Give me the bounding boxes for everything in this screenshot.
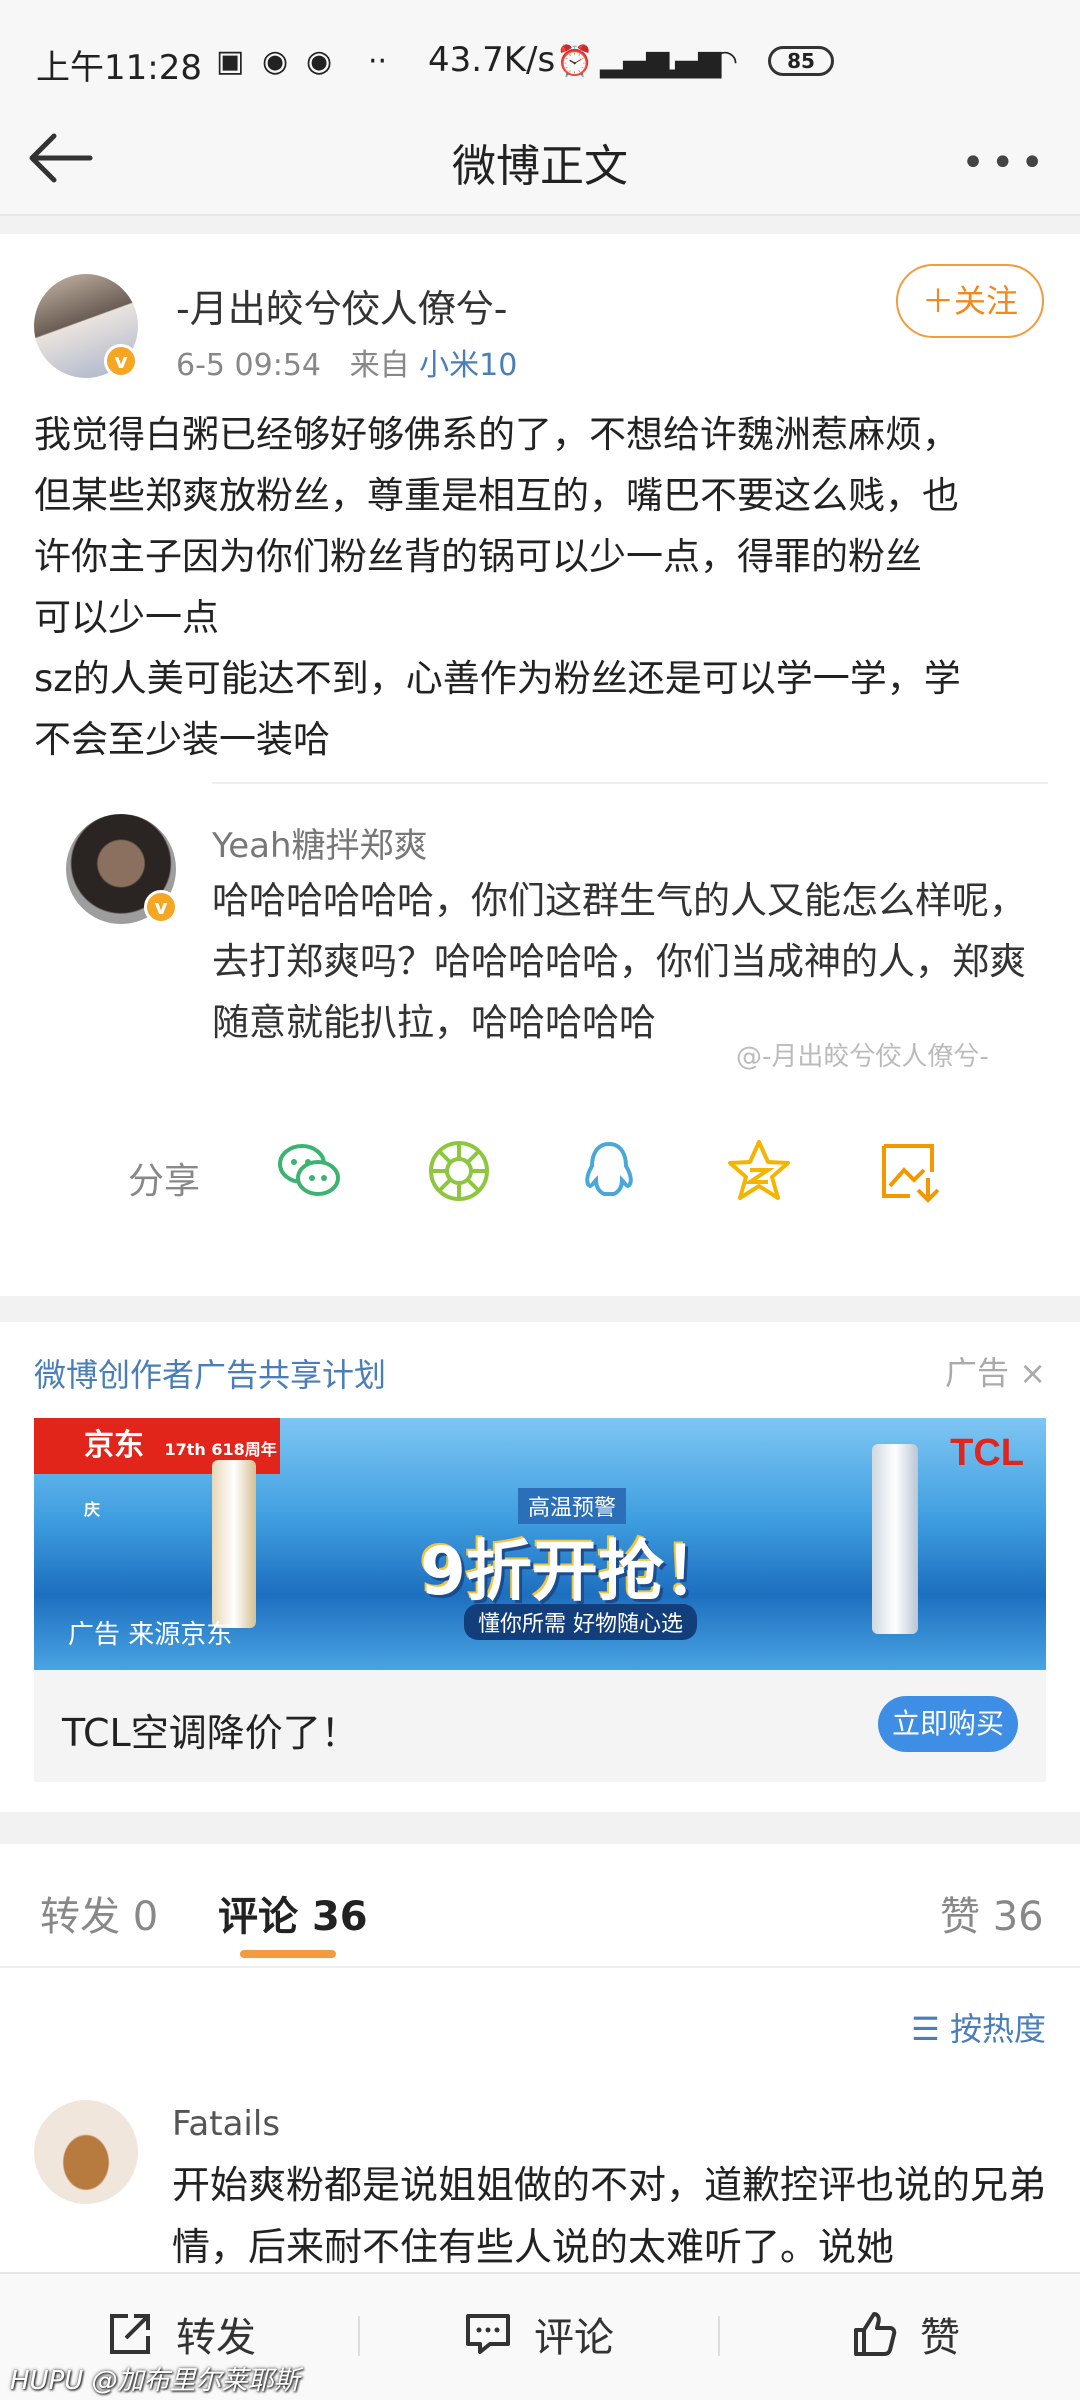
comment-icon xyxy=(466,2314,510,2354)
comment-text: 开始爽粉都是说姐姐做的不对，道歉控评也说的兄弟情，后来耐不住有些人说的太难听了。… xyxy=(172,2163,1047,2269)
wechat-icon[interactable] xyxy=(274,1136,344,1206)
hupu-watermark: HUPU @加布里尔莱耶斯 xyxy=(10,2366,300,2396)
tab-label: 转发 xyxy=(40,1894,120,1940)
divider xyxy=(358,2316,360,2356)
ad-card: 微博创作者广告共享计划 广告 × 京东 17th 618周年庆 TCL 高温预警… xyxy=(0,1322,1080,1812)
post-body: 我觉得白粥已经够好够佛系的了，不想给许魏洲惹麻烦， 但某些郑爽放粉丝，尊重是相互… xyxy=(34,413,961,761)
air-conditioner-image xyxy=(212,1460,256,1628)
calendar-icon: ▣ xyxy=(216,44,245,79)
moments-icon[interactable] xyxy=(424,1136,494,1206)
network-speed: 43.7K/s xyxy=(428,40,556,80)
comment-author[interactable]: Fatails xyxy=(172,2104,280,2144)
clock: 上午11:28 xyxy=(36,48,202,88)
close-icon[interactable]: × xyxy=(1019,1354,1046,1392)
sort-by-heat-button[interactable]: ☰ 按热度 xyxy=(911,2004,1046,2050)
share-row: 分享 xyxy=(0,1124,1080,1224)
tab-comment[interactable]: 评论 36 xyxy=(218,1884,368,1942)
ad-banner[interactable]: 京东 17th 618周年庆 TCL 高温预警 9折开抢！ 懂你所需 好物随心选… xyxy=(34,1418,1046,1670)
ad-source: 广告 来源京东 xyxy=(68,1620,233,1650)
ad-footer[interactable]: TCL空调降价了！ 立即购买 xyxy=(34,1670,1046,1782)
ad-close[interactable]: 广告 × xyxy=(945,1348,1046,1394)
alarm-icon: ⏰ xyxy=(556,44,594,79)
tab-label: 赞 xyxy=(940,1894,980,1940)
sort-icon: ☰ xyxy=(911,2010,940,2048)
air-conditioner-image xyxy=(872,1444,918,1634)
promo-tagline: 懂你所需 好物随心选 xyxy=(464,1604,697,1640)
follow-button[interactable]: ＋关注 xyxy=(896,264,1044,338)
comments-section: ☰ 按热度 Fatails 开始爽粉都是说姐姐做的不对，道歉控评也说的兄弟情，后… xyxy=(0,1968,1080,2288)
repost-icon xyxy=(110,2314,150,2354)
post-time: 6-5 09:54 xyxy=(176,348,321,383)
promo-headline: 9折开抢！ xyxy=(420,1533,730,1610)
tab-label: 评论 xyxy=(218,1894,298,1940)
jd-logo-text: 京东 xyxy=(84,1428,144,1463)
tab-count: 36 xyxy=(311,1894,368,1940)
post-source[interactable]: 小米10 xyxy=(419,348,517,383)
tab-count: 36 xyxy=(992,1894,1044,1940)
quoted-text: 哈哈哈哈哈哈，你们这群生气的人又能怎么样呢，去打郑爽吗？哈哈哈哈哈，你们当成神的… xyxy=(212,879,1026,1044)
tab-repost[interactable]: 转发 0 xyxy=(40,1884,158,1942)
post-tabs: 转发 0 评论 36 赞 36 xyxy=(0,1844,1080,1968)
image-watermark: @-月出皎兮佼人僚兮- xyxy=(736,1042,989,1072)
sort-label: 按热度 xyxy=(949,2010,1046,2048)
like-label: 赞 xyxy=(920,2315,960,2361)
save-image-icon[interactable] xyxy=(874,1136,944,1206)
ad-program-link[interactable]: 微博创作者广告共享计划 xyxy=(34,1350,386,1396)
like-button[interactable]: 赞 xyxy=(850,2302,960,2366)
nav-bar: 微博正文 ••• xyxy=(0,100,1080,216)
share-label: 分享 xyxy=(128,1161,201,1202)
repost-label: 转发 xyxy=(176,2315,256,2361)
tab-count: 0 xyxy=(132,1894,159,1940)
divider xyxy=(718,2316,720,2356)
wifi-icon: ◠ xyxy=(712,44,739,79)
comment-label: 评论 xyxy=(534,2315,614,2361)
tab-like[interactable]: 赞 36 xyxy=(940,1884,1044,1942)
hd-signal-icon: ▂▄▆ xyxy=(652,44,722,79)
ad-tag-label: 广告 xyxy=(945,1354,1010,1392)
repost-button[interactable]: 转发 xyxy=(106,2302,256,2366)
more-dots-icon: ·· xyxy=(368,44,388,79)
quoted-author-name[interactable]: Yeah糖拌郑爽 xyxy=(212,818,428,867)
verified-badge-icon: v xyxy=(144,890,178,924)
qzone-icon[interactable] xyxy=(724,1136,794,1206)
active-tab-indicator xyxy=(240,1950,336,1958)
buy-now-button[interactable]: 立即购买 xyxy=(878,1696,1018,1752)
post-card: v -月出皎兮佼人僚兮- 6-5 09:54 来自 小米10 ＋关注 我觉得白粥… xyxy=(0,234,1080,1296)
more-icon[interactable]: ••• xyxy=(961,140,1050,186)
page-title: 微博正文 xyxy=(452,141,628,192)
tcl-logo: TCL xyxy=(950,1432,1024,1474)
weibo-icon: ◉ xyxy=(262,44,289,79)
divider xyxy=(212,782,1048,784)
thumbs-up-icon xyxy=(854,2312,897,2356)
verified-badge-icon: v xyxy=(104,344,138,378)
qq-icon[interactable] xyxy=(574,1136,644,1206)
comment-avatar[interactable] xyxy=(34,2100,138,2204)
battery-icon: 85 xyxy=(768,46,834,76)
weibo-icon: ◉ xyxy=(306,44,333,79)
source-prefix: 来自 xyxy=(349,348,410,383)
comment-button[interactable]: 评论 xyxy=(464,2302,614,2366)
author-name[interactable]: -月出皎兮佼人僚兮- xyxy=(176,278,507,333)
post-meta: 6-5 09:54 来自 小米10 xyxy=(176,340,517,384)
ad-caption: TCL空调降价了！ xyxy=(62,1711,359,1755)
